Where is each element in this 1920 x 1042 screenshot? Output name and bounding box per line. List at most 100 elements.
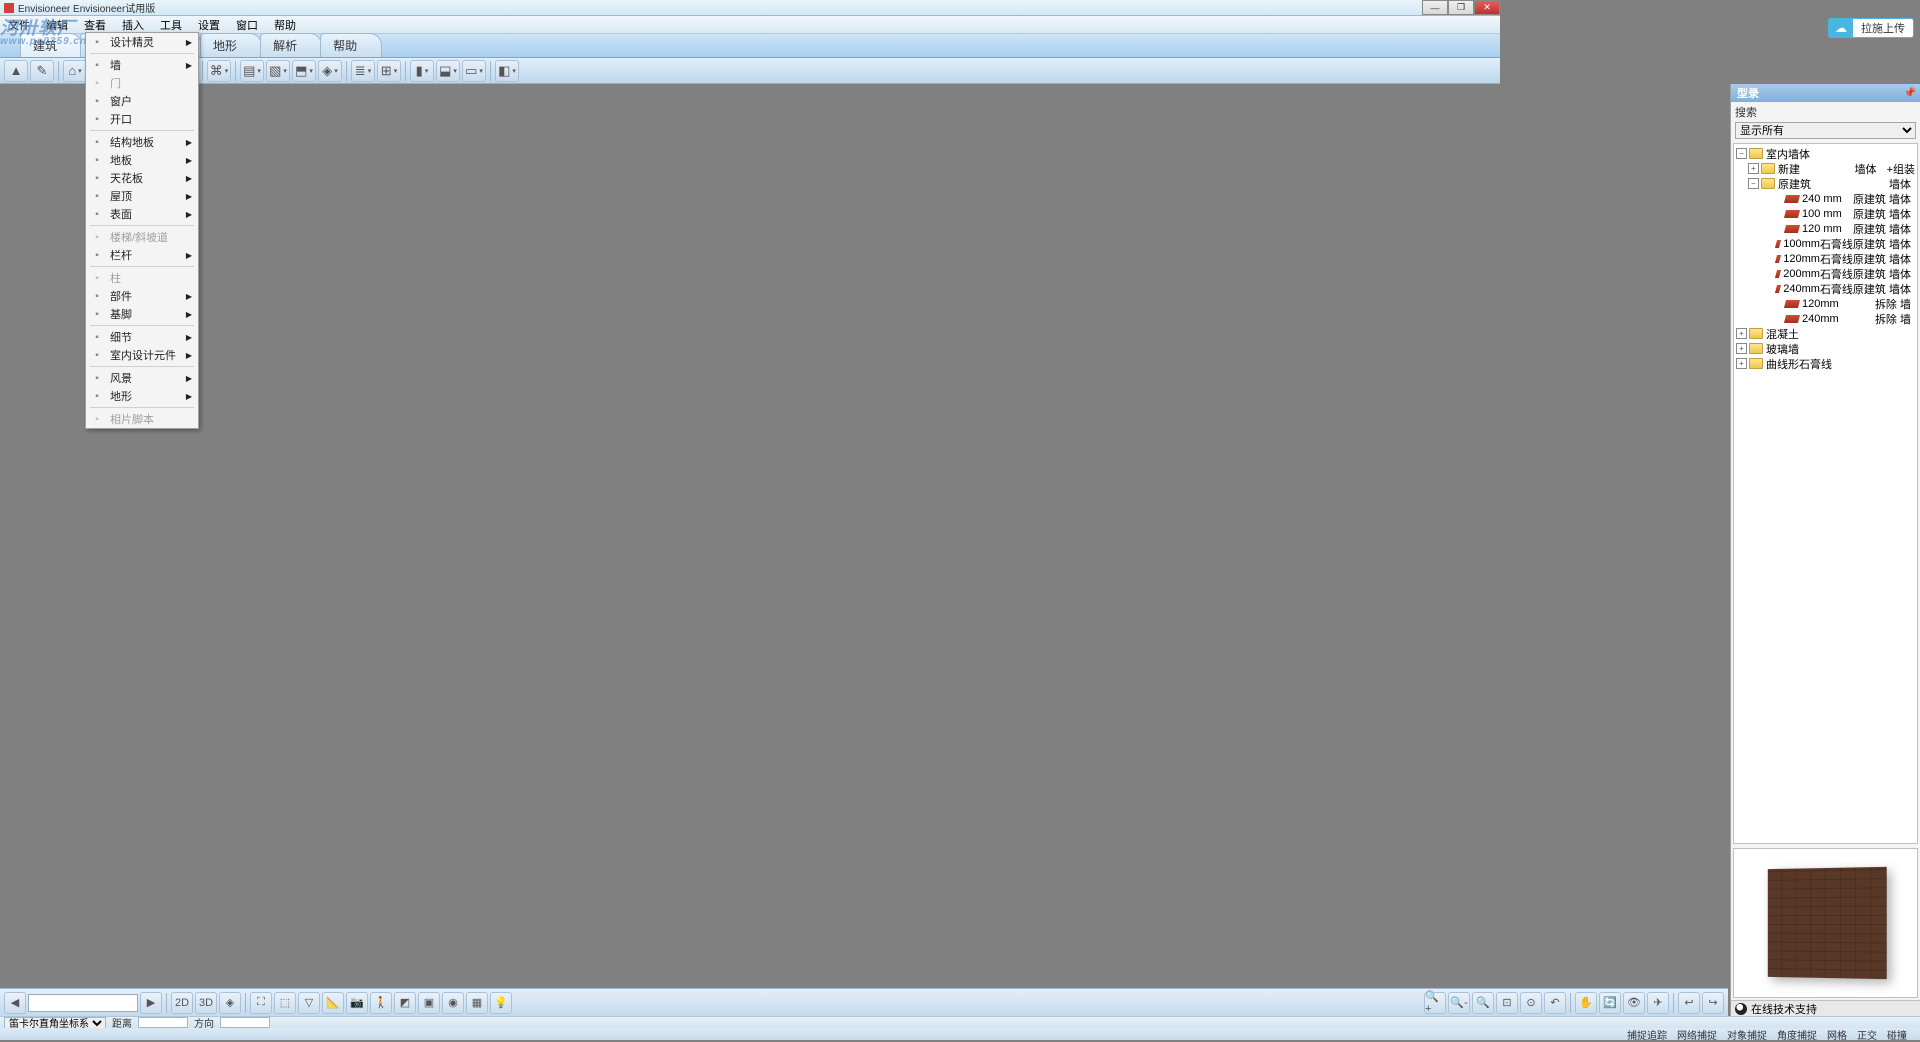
struct-floor-tool-icon[interactable]: ▧: [266, 60, 290, 82]
menu-item[interactable]: ▪设计精灵▶: [86, 33, 198, 51]
snap-object[interactable]: 对象捕捉: [1722, 1027, 1772, 1042]
menu-item[interactable]: ▪地形▶: [86, 387, 198, 405]
tree-node[interactable]: 240 mm原建筑 墙体: [1736, 191, 1915, 206]
walk-icon[interactable]: 🚶: [370, 992, 392, 1014]
snap-gridtoggle[interactable]: 网格: [1822, 1027, 1852, 1042]
distance-input[interactable]: [138, 1017, 188, 1028]
layer-next-icon[interactable]: ▶: [140, 992, 162, 1014]
snap-grid[interactable]: 网络捕捉: [1672, 1027, 1722, 1042]
tree-node[interactable]: 120 mm原建筑 墙体: [1736, 221, 1915, 236]
zoom-prev-icon[interactable]: ↶: [1544, 992, 1566, 1014]
tree-node[interactable]: 100mm石膏线原建筑 墙体: [1736, 236, 1915, 251]
camera-icon[interactable]: 📷: [346, 992, 368, 1014]
elevation-icon[interactable]: ▣: [418, 992, 440, 1014]
tree-node[interactable]: +新建墙体+组装: [1736, 161, 1915, 176]
stair-tool-icon[interactable]: ≣: [351, 60, 375, 82]
tab-analysis[interactable]: 解析: [260, 33, 322, 57]
upload-button[interactable]: ☁ 拉施上传: [1828, 18, 1914, 38]
zoom-sel-icon[interactable]: ⊙: [1520, 992, 1542, 1014]
menu-insert[interactable]: 插入: [114, 16, 152, 33]
minimize-button[interactable]: —: [1422, 0, 1448, 15]
menu-settings[interactable]: 设置: [190, 16, 228, 33]
ceiling-tool-icon[interactable]: ◈: [318, 60, 342, 82]
detail-tool-icon[interactable]: ◧: [495, 60, 519, 82]
tree-node[interactable]: 240mm拆除 墙: [1736, 311, 1915, 326]
tree-node[interactable]: 120mm拆除 墙: [1736, 296, 1915, 311]
view-3d-icon[interactable]: 3D: [195, 992, 217, 1014]
house-tool-icon[interactable]: ⌂: [63, 60, 87, 82]
snap-collision[interactable]: 碰撞: [1882, 1027, 1912, 1042]
zoom-window-icon[interactable]: ⬚: [274, 992, 296, 1014]
column-tool-icon[interactable]: ▮: [410, 60, 434, 82]
tree-node[interactable]: −原建筑墙体: [1736, 176, 1915, 191]
menu-item[interactable]: ▪窗户: [86, 92, 198, 110]
camera-tool-icon[interactable]: ⌘: [207, 60, 231, 82]
menu-help[interactable]: 帮助: [266, 16, 304, 33]
measure-icon[interactable]: 📐: [322, 992, 344, 1014]
menu-item[interactable]: ▪天花板▶: [86, 169, 198, 187]
footing-tool-icon[interactable]: ▭: [462, 60, 486, 82]
redo-icon[interactable]: ↪: [1702, 992, 1724, 1014]
section-icon[interactable]: ◩: [394, 992, 416, 1014]
menu-item[interactable]: ▪表面▶: [86, 205, 198, 223]
close-button[interactable]: ✕: [1474, 0, 1500, 15]
menu-item[interactable]: ▪屋顶▶: [86, 187, 198, 205]
lights-icon[interactable]: 💡: [490, 992, 512, 1014]
tree-node[interactable]: +玻璃墙: [1736, 341, 1915, 356]
menu-item[interactable]: ▪地板▶: [86, 151, 198, 169]
zoom-in-icon[interactable]: 🔍+: [1424, 992, 1446, 1014]
roof-tool-icon[interactable]: ⬒: [292, 60, 316, 82]
floor-tool-icon[interactable]: ▤: [240, 60, 264, 82]
menu-item[interactable]: ▪结构地板▶: [86, 133, 198, 151]
catalog-tree[interactable]: −室内墙体+新建墙体+组装−原建筑墙体240 mm原建筑 墙体100 mm原建筑…: [1733, 143, 1918, 844]
snap-angle[interactable]: 角度捕捉: [1772, 1027, 1822, 1042]
tree-node[interactable]: +混凝土: [1736, 326, 1915, 341]
tab-help[interactable]: 帮助: [320, 33, 382, 57]
menu-item[interactable]: ▪室内设计元件▶: [86, 346, 198, 364]
tree-node[interactable]: 200mm石膏线原建筑 墙体: [1736, 266, 1915, 281]
fly-icon[interactable]: ✈: [1647, 992, 1669, 1014]
render-icon[interactable]: ◉: [442, 992, 464, 1014]
menu-item[interactable]: ▪墙▶: [86, 56, 198, 74]
railing-tool-icon[interactable]: ⊞: [377, 60, 401, 82]
view-iso-icon[interactable]: ◈: [219, 992, 241, 1014]
menu-item[interactable]: ▪部件▶: [86, 287, 198, 305]
zoom-fit-icon[interactable]: ⊡: [1496, 992, 1518, 1014]
layer-name-input[interactable]: [28, 994, 138, 1012]
support-bar[interactable]: 在线技术支持: [1730, 1000, 1920, 1016]
direction-input[interactable]: [220, 1017, 270, 1028]
maximize-button[interactable]: ❐: [1448, 0, 1474, 15]
pin-icon[interactable]: 📌: [1904, 88, 1916, 99]
look-icon[interactable]: 👁: [1623, 992, 1645, 1014]
menu-window[interactable]: 窗口: [228, 16, 266, 33]
tree-node[interactable]: +曲线形石膏线: [1736, 356, 1915, 371]
menu-tools[interactable]: 工具: [152, 16, 190, 33]
component-tool-icon[interactable]: ⬓: [436, 60, 460, 82]
menu-item[interactable]: ▪基脚▶: [86, 305, 198, 323]
canvas-workspace[interactable]: [0, 84, 1728, 1000]
snap-track[interactable]: 捕捉追踪: [1622, 1027, 1672, 1042]
tree-node[interactable]: 120mm石膏线原建筑 墙体: [1736, 251, 1915, 266]
orbit-icon[interactable]: 🔄: [1599, 992, 1621, 1014]
layer-prev-icon[interactable]: ◀: [4, 992, 26, 1014]
tab-terrain[interactable]: 地形: [200, 33, 262, 57]
undo-icon[interactable]: ↩: [1678, 992, 1700, 1014]
zoom-extents-icon[interactable]: ⛶: [250, 992, 272, 1014]
pointer-tool-icon[interactable]: ▲: [4, 60, 28, 82]
menu-item[interactable]: ▪栏杆▶: [86, 246, 198, 264]
brush-tool-icon[interactable]: ✎: [30, 60, 54, 82]
menu-item[interactable]: ▪开口: [86, 110, 198, 128]
filter-select[interactable]: 显示所有: [1735, 122, 1916, 139]
pan-hand-icon[interactable]: ✋: [1575, 992, 1597, 1014]
coord-system-select[interactable]: 笛卡尔直角坐标系: [4, 1017, 106, 1029]
zoom-realtime-icon[interactable]: 🔍: [1472, 992, 1494, 1014]
tree-node[interactable]: 240mm石膏线原建筑 墙体: [1736, 281, 1915, 296]
pan-down-icon[interactable]: ▽: [298, 992, 320, 1014]
menu-item[interactable]: ▪风景▶: [86, 369, 198, 387]
materials-icon[interactable]: ▦: [466, 992, 488, 1014]
tree-node[interactable]: −室内墙体: [1736, 146, 1915, 161]
view-2d-icon[interactable]: 2D: [171, 992, 193, 1014]
zoom-out-icon[interactable]: 🔍-: [1448, 992, 1470, 1014]
tree-node[interactable]: 100 mm原建筑 墙体: [1736, 206, 1915, 221]
snap-ortho[interactable]: 正交: [1852, 1027, 1882, 1042]
